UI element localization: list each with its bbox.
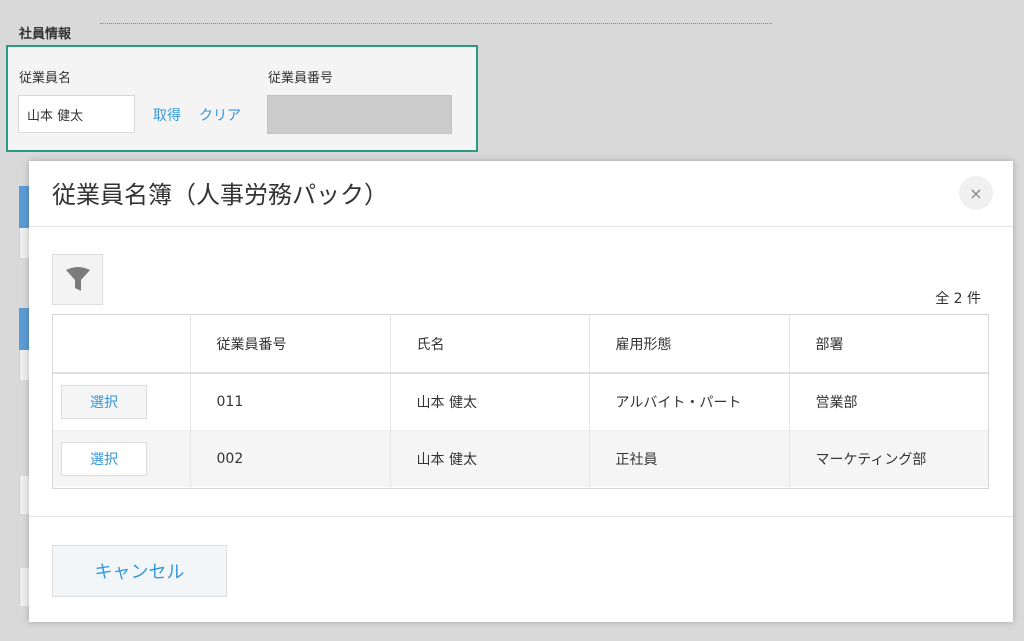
clear-link[interactable]: クリア [199, 105, 241, 125]
cancel-button[interactable]: キャンセル [52, 545, 227, 597]
fetch-link[interactable]: 取得 [153, 105, 181, 125]
background-field-peek [19, 568, 29, 606]
close-button[interactable]: × [959, 176, 993, 210]
close-icon: × [969, 183, 983, 203]
employee-number-input[interactable] [267, 95, 452, 134]
select-button[interactable]: 選択 [61, 384, 147, 419]
background-field-peek [19, 350, 29, 380]
employee-name-label: 従業員名 [19, 71, 72, 86]
employee-name-input[interactable]: 山本 健太 [18, 95, 135, 133]
table-cell-department: 営業部 [788, 373, 988, 430]
employee-table: 従業員番号 氏名 雇用形態 部署 選択 011 山本 健太 アルバイト・パート … [52, 314, 989, 489]
funnel-icon [65, 266, 90, 291]
background-field-peek [19, 308, 29, 350]
table-cell-select: 選択 [53, 429, 190, 487]
table-cell-name: 山本 健太 [389, 373, 589, 430]
employee-name-value: 山本 健太 [27, 108, 84, 124]
section-title: 社員情報 [19, 27, 72, 42]
result-count: 全 2 件 [935, 291, 981, 307]
modal-header: 従業員名簿（人事労務パック） × [29, 161, 1013, 227]
table-cell-employment-type: 正社員 [588, 429, 789, 487]
column-header-department: 部署 [788, 315, 988, 374]
table-cell-employee-number: 002 [189, 429, 390, 487]
table-cell-department: マーケティング部 [788, 429, 988, 487]
section-divider [100, 23, 772, 24]
modal-footer: キャンセル [29, 516, 1013, 622]
table-cell-select: 選択 [53, 373, 190, 430]
employee-number-label: 従業員番号 [268, 71, 334, 86]
table-cell-name: 山本 健太 [389, 429, 589, 487]
column-header-employment-type: 雇用形態 [588, 315, 789, 374]
select-button[interactable]: 選択 [61, 441, 147, 476]
modal-title: 従業員名簿（人事労務パック） [52, 181, 388, 209]
column-header-select [53, 315, 190, 374]
column-header-name: 氏名 [389, 315, 589, 374]
background-field-peek [19, 476, 29, 514]
table-cell-employment-type: アルバイト・パート [588, 373, 789, 430]
background-field-peek [19, 228, 29, 258]
table-row: 選択 011 山本 健太 アルバイト・パート 営業部 [53, 373, 988, 430]
table-cell-employee-number: 011 [189, 373, 390, 430]
filter-button[interactable] [52, 254, 103, 305]
table-row: 選択 002 山本 健太 正社員 マーケティング部 [53, 429, 988, 487]
table-header-row: 従業員番号 氏名 雇用形態 部署 [53, 315, 988, 374]
column-header-employee-number: 従業員番号 [189, 315, 390, 374]
background-field-peek [19, 186, 29, 228]
employee-directory-modal: 従業員名簿（人事労務パック） × 全 2 件 従業員番号 氏名 雇用形態 部署 [29, 161, 1013, 622]
